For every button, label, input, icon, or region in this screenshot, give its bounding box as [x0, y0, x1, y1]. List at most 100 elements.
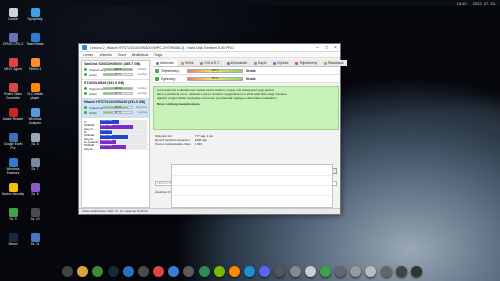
tab-bar: Áttekintés Hőfok S.M.A.R.T. Információk Napl… [153, 60, 347, 67]
volume-row[interactable]: Szabad hely E: 335.8 GB [82, 143, 149, 151]
health-value: Kiváló [246, 76, 256, 81]
desktop-icon[interactable]: Google Earth Pro [2, 133, 24, 157]
window-titlebar[interactable]: Lenovo 2_Hitachi HTS721010G9SA00 [WPC-2H… [79, 44, 340, 52]
disk-perf-value: 87 % [115, 105, 121, 109]
desktop-icon[interactable]: Norton Security [2, 183, 24, 207]
disk-perf-state: Megfelelő [135, 106, 147, 109]
disk-entry[interactable]: ST1000LM049 (931.5 GB) Teljesítmény 100 % H… [82, 80, 149, 99]
minimize-button[interactable]: – [313, 44, 322, 52]
close-button[interactable]: × [331, 44, 340, 52]
discord-icon[interactable] [259, 265, 271, 277]
desktop-icon[interactable]: Windows Analyzer [24, 108, 46, 132]
desktop-icon-image [30, 33, 40, 42]
volume-size: 125.4 GB [101, 139, 112, 143]
grid-line [172, 195, 332, 196]
gauge-icon[interactable] [365, 265, 377, 277]
disk-perf-value: 100 % [114, 86, 122, 90]
tab-item[interactable]: S.M.A.R.T. [197, 60, 223, 66]
tab-item[interactable]: Áttekintés [153, 60, 177, 66]
drive-icon[interactable] [380, 265, 392, 277]
performance-graph [171, 164, 333, 208]
store-icon[interactable] [183, 265, 195, 277]
desktop-icon-image [8, 183, 18, 192]
clock-icon[interactable] [304, 265, 316, 277]
vlc-icon[interactable] [228, 265, 240, 277]
shield-icon[interactable] [335, 265, 347, 277]
tab-label: S.M.A.R.T. [204, 60, 220, 65]
tab-icon [295, 61, 299, 65]
desktop-icon[interactable]: Adobe Reader [2, 108, 24, 132]
android-icon[interactable] [198, 265, 210, 277]
disk-perf-bar: 87 % [103, 105, 133, 110]
volume-label: Szabad hely E: [84, 143, 95, 151]
desktop-icon-label: Power Video Converter [3, 92, 22, 100]
detail-key: Összes indulás/leállás ciklus: [155, 142, 192, 146]
mail-icon[interactable] [168, 265, 180, 277]
settings-icon[interactable] [137, 265, 149, 277]
performance-bar-text: 100 % [211, 68, 219, 72]
chrome-icon[interactable] [92, 265, 104, 277]
desktop-icon-label: TeamViewer [26, 42, 44, 46]
maps-icon[interactable] [319, 265, 331, 277]
desktop-icon[interactable]: VLC media player [24, 83, 46, 107]
health-icon [155, 76, 159, 81]
desktop-icon[interactable]: Sz. 6 [24, 133, 46, 157]
status-bar: Utolsó adatfrissítés: 2022. 07. 10. vasá… [79, 208, 340, 214]
disk-perf-state: Hibátlan [137, 87, 147, 90]
desktop-icon-label: Sz. 10 [30, 217, 40, 221]
desktop-icon[interactable]: Syncplicity [24, 8, 46, 32]
desktop-icon-label: Sz. 9 [9, 217, 17, 221]
desktop-icon-image [8, 8, 18, 17]
files-icon[interactable] [289, 265, 301, 277]
music-icon[interactable] [410, 265, 422, 277]
disk-temp-state: Gyárilag [137, 111, 147, 114]
desktop-icon[interactable]: NEXT Agent [2, 58, 24, 82]
disk-temp-bar: 34 °C [103, 91, 133, 96]
desktop-icon[interactable]: Windows Features [2, 158, 24, 182]
menu-item-help[interactable]: Súgó [154, 53, 162, 57]
disk-temp-value: 36 °C [114, 72, 122, 76]
desktop-icon[interactable]: Sz. 7 [24, 158, 46, 182]
tab-item[interactable]: Hőfok [178, 60, 197, 66]
desktop-icon[interactable]: Sz. 10 [24, 208, 46, 232]
volume-size: 125.4 GB [101, 119, 112, 123]
desktop-icon[interactable]: Sz. 8 [24, 183, 46, 207]
camera-icon[interactable] [274, 265, 286, 277]
monitor-icon[interactable] [350, 265, 362, 277]
desktop-icon[interactable]: Steam [2, 233, 24, 257]
tab-item[interactable]: Napló [251, 60, 270, 66]
desktop-icon[interactable]: Sz. 11 [24, 233, 46, 257]
tab-item[interactable]: Teljesítmény [292, 60, 321, 66]
kodi-icon[interactable] [244, 265, 256, 277]
tab-label: Teljesítmény [299, 60, 318, 65]
tab-item[interactable]: Kijelzés [270, 60, 292, 66]
chrome2-icon[interactable] [153, 265, 165, 277]
steam-icon[interactable] [107, 265, 119, 277]
desktop-icon[interactable]: Power Video Converter [2, 83, 24, 107]
tab-item[interactable]: Riasztások [321, 60, 347, 66]
menu-item-test[interactable]: Teszt [118, 53, 126, 57]
disk-entry[interactable]: SanDisk SDSSDH3500G (465.7 GB) Teljesítmé… [82, 61, 149, 80]
desktop-icon[interactable]: Lomtár [2, 8, 24, 32]
disk-entry[interactable]: Hitachi HTS721010G9SA00 (931.5 GB) Teljes… [82, 99, 149, 118]
volume-size: 335.8 GB [101, 144, 112, 148]
desktop-icon[interactable]: TeamViewer [24, 33, 46, 57]
nvidia-icon[interactable] [213, 265, 225, 277]
menu-item-settings[interactable]: Beállítások [132, 53, 149, 57]
folder-icon[interactable] [77, 265, 89, 277]
desktop-icon[interactable]: Firefox 3 [24, 58, 46, 82]
dmx-icon[interactable] [62, 265, 73, 277]
menu-item-disk[interactable]: Lemez [83, 53, 93, 57]
menu-bar: Lemez Jelentés Teszt Beállítások Súgó [79, 52, 340, 58]
tab-item[interactable]: Információk [223, 60, 251, 66]
maximize-button[interactable]: □ [322, 44, 331, 52]
desktop-icon-image [30, 233, 40, 242]
disk-temp-row: Hőfok 34 °C Gyárilag [84, 91, 147, 96]
app-icon[interactable] [122, 265, 134, 277]
desktop-icon[interactable]: Sz. 9 [2, 208, 24, 232]
desktop-icon[interactable]: CPUID CPU-Z [2, 33, 24, 57]
tab-icon [181, 61, 184, 65]
tool-icon[interactable] [395, 265, 407, 277]
menu-item-report[interactable]: Jelentés [99, 53, 112, 57]
disk-perf-label: Teljesítmény [89, 105, 106, 110]
